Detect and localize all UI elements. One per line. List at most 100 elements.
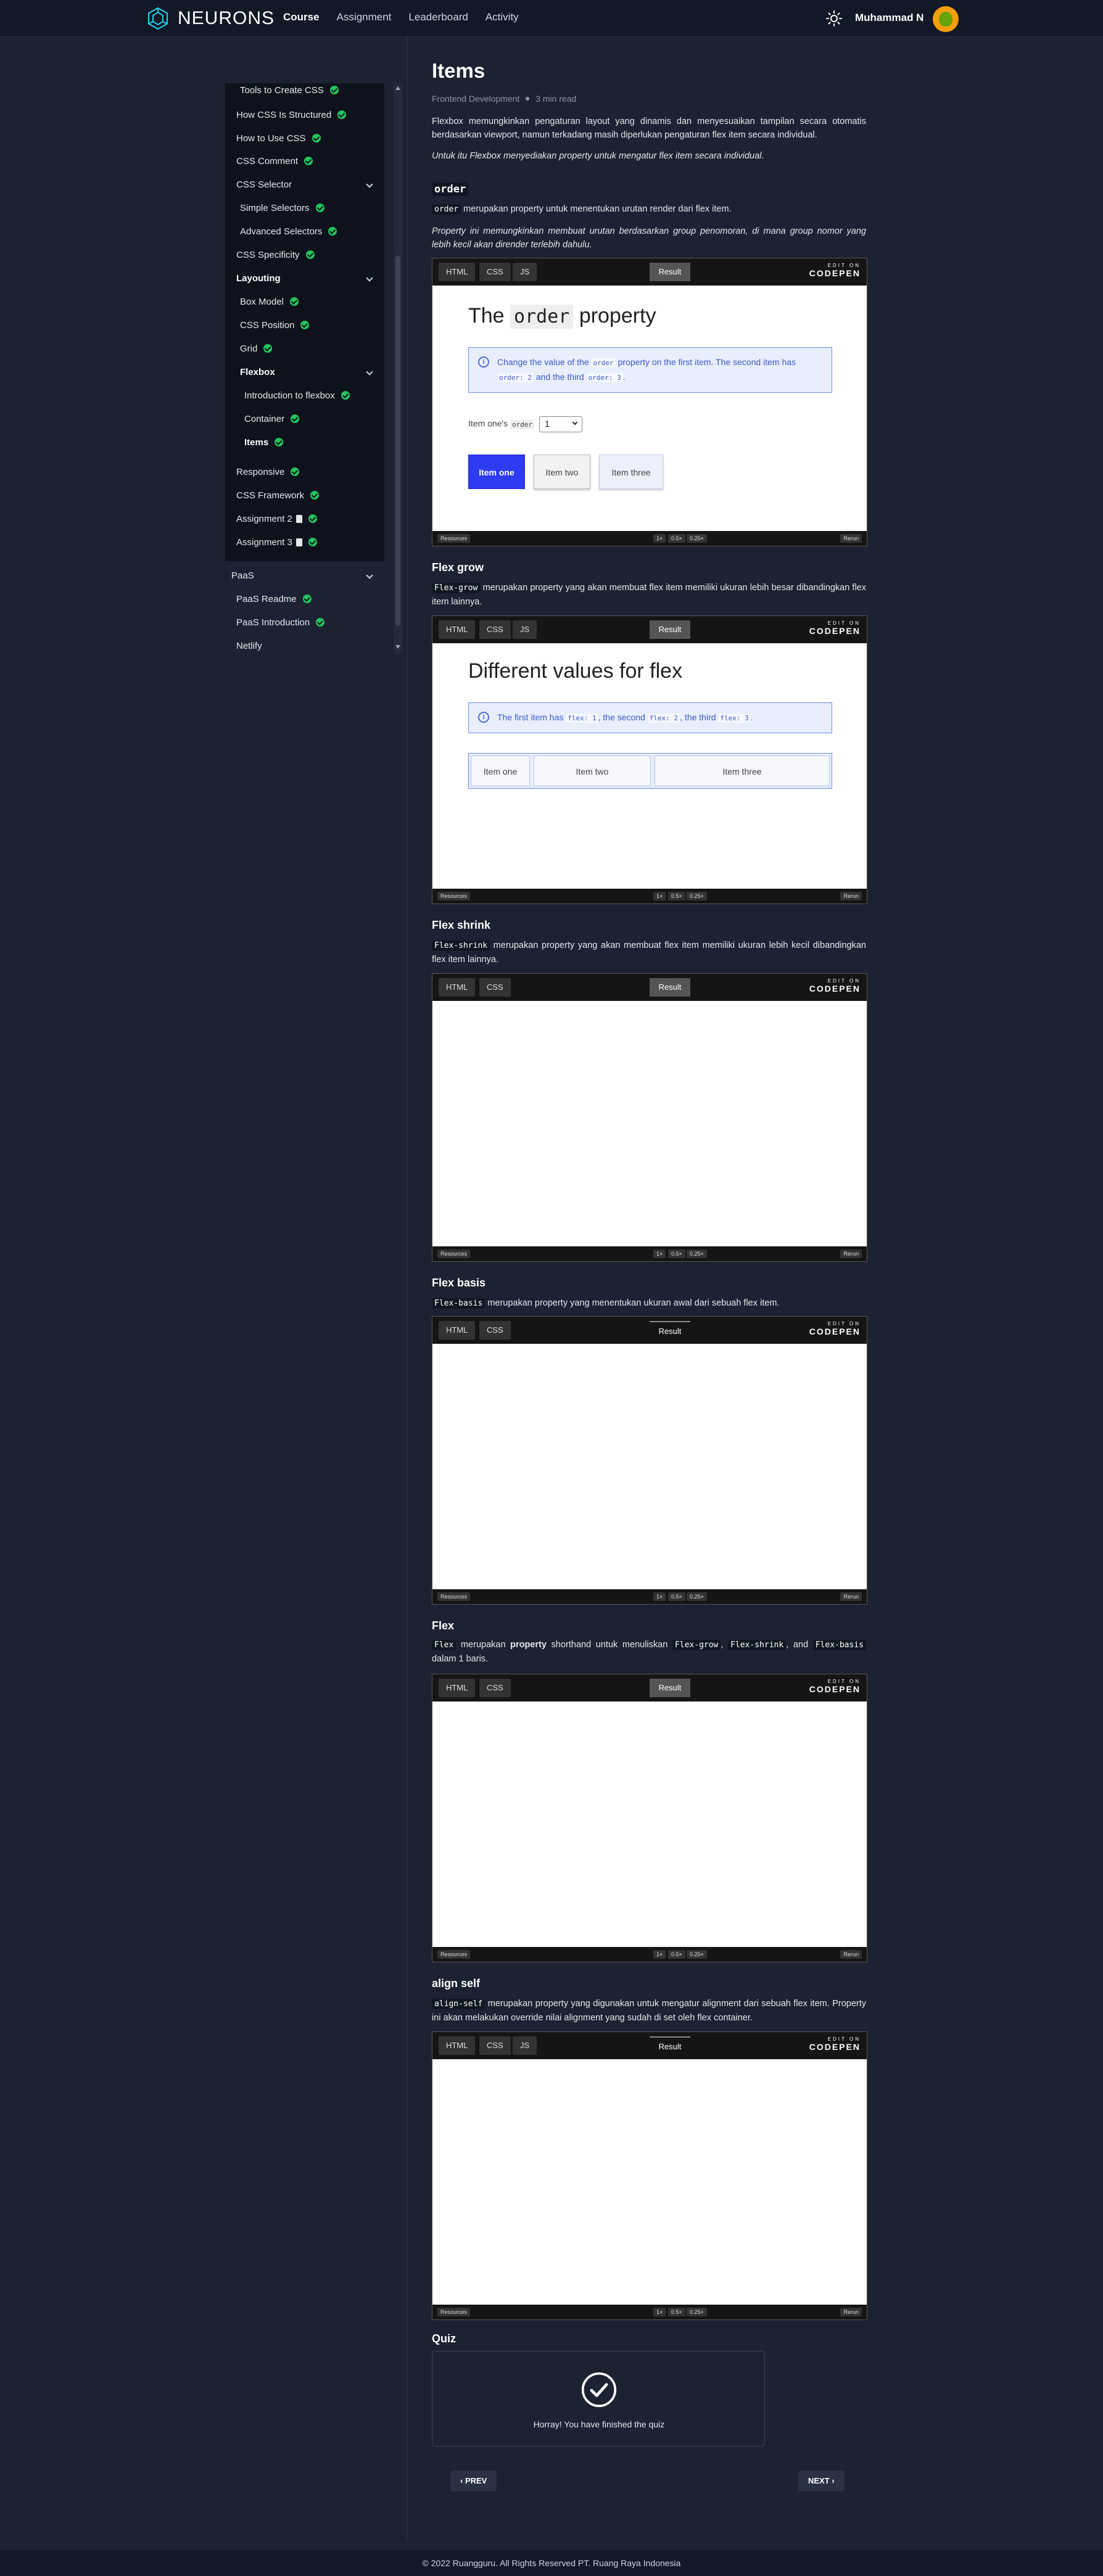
tab-css[interactable]: CSS [479, 2036, 511, 2055]
sidebar-item-grid[interactable]: Grid [240, 342, 273, 355]
zoom-1x-button[interactable]: 1× [653, 1249, 666, 1258]
avatar[interactable] [933, 6, 959, 32]
sidebar-item-container[interactable]: Container [244, 412, 300, 426]
sidebar-item-advanced-selectors[interactable]: Advanced Selectors [240, 224, 337, 238]
tab-css[interactable]: CSS [479, 263, 511, 281]
menu-course[interactable]: Course [283, 11, 320, 23]
tab-result[interactable]: Result [650, 263, 690, 281]
codepen-embed-flex-shrink[interactable]: HTML CSS Result EDIT ON CODEPEN Resources… [432, 973, 867, 1262]
tab-html[interactable]: HTML [439, 2036, 476, 2055]
user-name[interactable]: Muhammad N [855, 12, 923, 24]
codepen-logo[interactable]: EDIT ON CODEPEN [809, 620, 861, 637]
sidebar-item-responsive[interactable]: Responsive [236, 465, 300, 479]
zoom-05x-button[interactable]: 0.5× [668, 1592, 685, 1601]
sidebar-item-simple-selectors[interactable]: Simple Selectors [240, 201, 324, 215]
sidebar-item-netlify[interactable]: Netlify [236, 639, 262, 652]
codepen-embed-align-self[interactable]: HTML CSS JS Result EDIT ON CODEPEN Resour… [432, 2031, 867, 2320]
sidebar-item-assignment-2[interactable]: Assignment 2 [236, 512, 317, 525]
codepen-logo[interactable]: EDIT ON CODEPEN [809, 263, 861, 279]
tab-html[interactable]: HTML [439, 1679, 476, 1697]
menu-leaderboard[interactable]: Leaderboard [408, 11, 468, 23]
codepen-embed-flex[interactable]: HTML CSS Result EDIT ON CODEPEN Resources… [432, 1674, 867, 1962]
tab-css[interactable]: CSS [479, 1321, 511, 1339]
tab-css[interactable]: CSS [479, 1679, 511, 1697]
resources-button[interactable]: Resources [437, 1249, 471, 1258]
rerun-button[interactable]: Rerun [840, 1592, 862, 1601]
zoom-1x-button[interactable]: 1× [653, 892, 666, 900]
theme-toggle-sun-icon[interactable] [825, 10, 843, 27]
sidebar-item-paas-readme[interactable]: PaaS Readme [236, 592, 312, 606]
rerun-button[interactable]: Rerun [840, 1950, 862, 1959]
sidebar-group-css-selector[interactable]: CSS Selector [236, 178, 379, 191]
tab-result[interactable]: Result [650, 1679, 690, 1697]
tab-result[interactable]: Result [650, 1321, 690, 1339]
codepen-logo[interactable]: EDIT ON CODEPEN [809, 1679, 861, 1695]
sidebar-group-paas[interactable]: PaaS [231, 569, 379, 582]
zoom-025x-button[interactable]: 0.25× [687, 892, 707, 900]
sidebar-item-tools-to-create-css[interactable]: Tools to Create CSS [240, 83, 339, 97]
zoom-1x-button[interactable]: 1× [653, 1950, 666, 1959]
tab-html[interactable]: HTML [439, 263, 476, 281]
brand-logo[interactable]: NEURONS [146, 6, 275, 31]
rerun-button[interactable]: Rerun [840, 534, 862, 543]
scroll-down-arrow-icon[interactable] [395, 645, 400, 649]
tab-js[interactable]: JS [513, 263, 537, 281]
sidebar-item-css-framework[interactable]: CSS Framework [236, 488, 320, 502]
rerun-button[interactable]: Rerun [840, 892, 862, 900]
resources-button[interactable]: Resources [437, 892, 471, 900]
resources-button[interactable]: Resources [437, 1950, 471, 1959]
scroll-up-arrow-icon[interactable] [395, 86, 400, 90]
tab-result[interactable]: Result [650, 2036, 690, 2055]
resources-button[interactable]: Resources [437, 2308, 471, 2316]
zoom-025x-button[interactable]: 0.25× [687, 534, 707, 543]
tab-html[interactable]: HTML [439, 620, 476, 639]
sidebar-item-box-model[interactable]: Box Model [240, 295, 299, 308]
codepen-logo[interactable]: EDIT ON CODEPEN [809, 2036, 861, 2053]
rerun-button[interactable]: Rerun [840, 2308, 862, 2316]
tab-html[interactable]: HTML [439, 1321, 476, 1339]
codepen-logo[interactable]: EDIT ON CODEPEN [809, 1321, 861, 1338]
zoom-05x-button[interactable]: 0.5× [668, 1249, 685, 1258]
zoom-025x-button[interactable]: 0.25× [687, 1950, 707, 1959]
sidebar-item-assignment-3[interactable]: Assignment 3 [236, 535, 317, 549]
tab-js[interactable]: JS [513, 620, 537, 639]
sidebar-item-css-position[interactable]: CSS Position [240, 318, 310, 332]
sidebar-item-how-to-use-css[interactable]: How to Use CSS [236, 131, 321, 145]
sidebar-item-how-css-is-structured[interactable]: How CSS Is Structured [236, 108, 347, 121]
sidebar-item-css-specificity[interactable]: CSS Specificity [236, 248, 315, 261]
tab-js[interactable]: JS [513, 2036, 537, 2055]
zoom-025x-button[interactable]: 0.25× [687, 1249, 707, 1258]
resources-button[interactable]: Resources [437, 1592, 471, 1601]
sidebar-item-css-comment[interactable]: CSS Comment [236, 154, 313, 168]
zoom-1x-button[interactable]: 1× [653, 534, 666, 543]
rerun-button[interactable]: Rerun [840, 1249, 862, 1258]
zoom-1x-button[interactable]: 1× [653, 2308, 666, 2316]
sidebar-item-items[interactable]: Items [244, 435, 284, 449]
sidebar-group-flexbox[interactable]: Flexbox [240, 365, 379, 379]
menu-assignment[interactable]: Assignment [337, 11, 392, 23]
zoom-05x-button[interactable]: 0.5× [668, 892, 685, 900]
menu-activity[interactable]: Activity [485, 11, 519, 23]
sidebar-group-layouting[interactable]: Layouting [236, 271, 379, 285]
resources-button[interactable]: Resources [437, 534, 471, 543]
codepen-logo[interactable]: EDIT ON CODEPEN [809, 978, 861, 995]
zoom-05x-button[interactable]: 0.5× [668, 1950, 685, 1959]
next-button[interactable]: NEXT › [798, 2471, 845, 2492]
zoom-05x-button[interactable]: 0.5× [668, 534, 685, 543]
tab-html[interactable]: HTML [439, 978, 476, 997]
tab-css[interactable]: CSS [479, 620, 511, 639]
codepen-embed-flex-basis[interactable]: HTML CSS Result EDIT ON CODEPEN Resources… [432, 1316, 867, 1605]
tab-result[interactable]: Result [650, 978, 690, 997]
tab-result[interactable]: Result [650, 620, 690, 639]
sidebar-scrollbar-thumb[interactable] [395, 256, 400, 626]
zoom-025x-button[interactable]: 0.25× [687, 2308, 707, 2316]
sidebar-item-introduction-to-flexbox[interactable]: Introduction to flexbox [244, 389, 350, 402]
codepen-embed-order[interactable]: HTML CSS JS Result EDIT ON CODEPEN The or… [432, 258, 867, 546]
zoom-025x-button[interactable]: 0.25× [687, 1592, 707, 1601]
prev-button[interactable]: ‹ PREV [450, 2471, 497, 2492]
sidebar-item-paas-introduction[interactable]: PaaS Introduction [236, 615, 325, 629]
order-select[interactable]: 1 [539, 416, 583, 432]
zoom-1x-button[interactable]: 1× [653, 1592, 666, 1601]
tab-css[interactable]: CSS [479, 978, 511, 997]
codepen-embed-flex-grow[interactable]: HTML CSS JS Result EDIT ON CODEPEN Differ… [432, 615, 867, 904]
